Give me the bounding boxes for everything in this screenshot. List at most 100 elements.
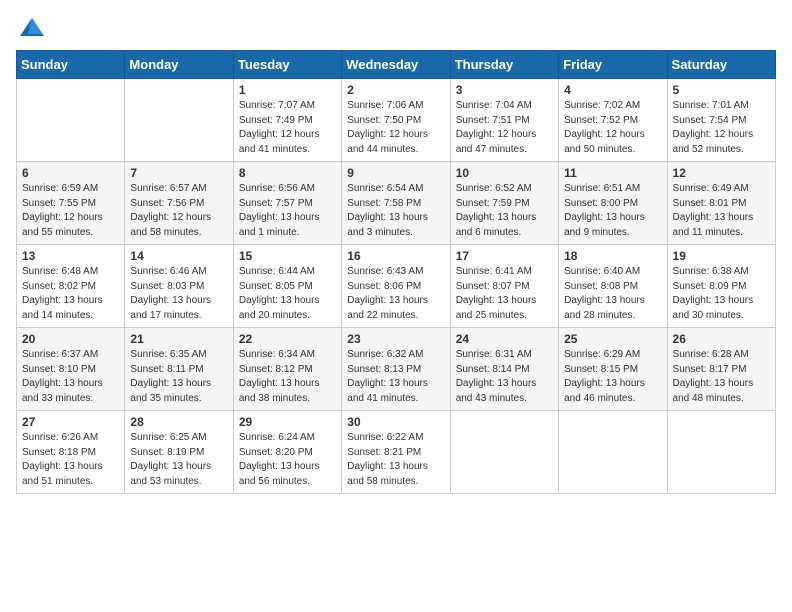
calendar-cell: 7 Sunrise: 6:57 AMSunset: 7:56 PMDaylight… [125, 162, 233, 245]
calendar-table: SundayMondayTuesdayWednesdayThursdayFrid… [16, 50, 776, 494]
calendar-cell: 22Sunrise: 6:34 AMSunset: 8:12 PMDayligh… [233, 328, 341, 411]
calendar-cell: 20 Sunrise: 6:37 AMSunset: 8:10 PMDayligh… [17, 328, 125, 411]
day-number: 30 [347, 415, 444, 429]
day-info: Sunrise: 6:32 AMSunset: 8:13 PMDaylight:… [347, 348, 444, 406]
day-info: Sunrise: 6:29 AMSunset: 8:15 PMDaylight:… [564, 348, 661, 406]
day-info: Sunrise: 6:54 AMSunset: 7:58 PMDaylight:… [347, 182, 444, 240]
calendar-cell: 13Sunrise: 6:48 AMSunset: 8:02 PMDayligh… [17, 245, 125, 328]
day-number: 9 [347, 166, 444, 180]
day-number: 12 [673, 166, 770, 180]
day-number: 24 [456, 332, 553, 346]
weekday-header-saturday: Saturday [667, 51, 775, 79]
logo [16, 16, 50, 38]
day-info: Sunrise: 6:37 AMSunset: 8:10 PMDaylight:… [22, 348, 119, 406]
calendar-cell: 27Sunrise: 6:26 AMSunset: 8:18 PMDayligh… [17, 411, 125, 494]
day-info: Sunrise: 6:57 AMSunset: 7:56 PMDaylight:… [130, 182, 227, 240]
logo-icon [18, 16, 46, 38]
day-info: Sunrise: 7:02 AMSunset: 7:52 PMDaylight:… [564, 99, 661, 157]
day-info: Sunrise: 6:59 AMSunset: 7:55 PMDaylight:… [22, 182, 119, 240]
day-info: Sunrise: 6:49 AMSunset: 8:01 PMDaylight:… [673, 182, 770, 240]
calendar-cell: 19 Sunrise: 6:38 AMSunset: 8:09 PMDayligh… [667, 245, 775, 328]
day-number: 15 [239, 249, 336, 263]
day-number: 25 [564, 332, 661, 346]
day-info: Sunrise: 6:48 AMSunset: 8:02 PMDaylight:… [22, 265, 119, 323]
day-info: Sunrise: 6:43 AMSunset: 8:06 PMDaylight:… [347, 265, 444, 323]
calendar-cell: 10 Sunrise: 6:52 AMSunset: 7:59 PMDayligh… [450, 162, 558, 245]
calendar-cell: 21 Sunrise: 6:35 AMSunset: 8:11 PMDayligh… [125, 328, 233, 411]
day-number: 4 [564, 83, 661, 97]
day-info: Sunrise: 7:01 AMSunset: 7:54 PMDaylight:… [673, 99, 770, 157]
calendar-cell: 9 Sunrise: 6:54 AMSunset: 7:58 PMDaylight… [342, 162, 450, 245]
day-number: 2 [347, 83, 444, 97]
day-number: 28 [130, 415, 227, 429]
day-info: Sunrise: 6:51 AMSunset: 8:00 PMDaylight:… [564, 182, 661, 240]
day-number: 8 [239, 166, 336, 180]
calendar-week-row: 1 Sunrise: 7:07 AMSunset: 7:49 PMDaylight… [17, 79, 776, 162]
calendar-cell: 8 Sunrise: 6:56 AMSunset: 7:57 PMDaylight… [233, 162, 341, 245]
day-number: 5 [673, 83, 770, 97]
calendar-cell: 23 Sunrise: 6:32 AMSunset: 8:13 PMDayligh… [342, 328, 450, 411]
day-number: 19 [673, 249, 770, 263]
calendar-cell: 24 Sunrise: 6:31 AMSunset: 8:14 PMDayligh… [450, 328, 558, 411]
day-info: Sunrise: 6:52 AMSunset: 7:59 PMDaylight:… [456, 182, 553, 240]
day-info: Sunrise: 6:35 AMSunset: 8:11 PMDaylight:… [130, 348, 227, 406]
calendar-cell [667, 411, 775, 494]
calendar-cell: 5 Sunrise: 7:01 AMSunset: 7:54 PMDaylight… [667, 79, 775, 162]
day-info: Sunrise: 6:26 AMSunset: 8:18 PMDaylight:… [22, 431, 119, 489]
day-info: Sunrise: 7:07 AMSunset: 7:49 PMDaylight:… [239, 99, 336, 157]
calendar-week-row: 6 Sunrise: 6:59 AMSunset: 7:55 PMDaylight… [17, 162, 776, 245]
calendar-cell: 26Sunrise: 6:28 AMSunset: 8:17 PMDayligh… [667, 328, 775, 411]
calendar-cell: 11 Sunrise: 6:51 AMSunset: 8:00 PMDayligh… [559, 162, 667, 245]
day-info: Sunrise: 7:06 AMSunset: 7:50 PMDaylight:… [347, 99, 444, 157]
calendar-cell: 2 Sunrise: 7:06 AMSunset: 7:50 PMDaylight… [342, 79, 450, 162]
day-number: 16 [347, 249, 444, 263]
day-number: 17 [456, 249, 553, 263]
weekday-header-tuesday: Tuesday [233, 51, 341, 79]
calendar-cell [559, 411, 667, 494]
calendar-cell: 16 Sunrise: 6:43 AMSunset: 8:06 PMDayligh… [342, 245, 450, 328]
calendar-cell: 30 Sunrise: 6:22 AMSunset: 8:21 PMDayligh… [342, 411, 450, 494]
weekday-header-thursday: Thursday [450, 51, 558, 79]
day-number: 7 [130, 166, 227, 180]
day-number: 1 [239, 83, 336, 97]
day-info: Sunrise: 6:46 AMSunset: 8:03 PMDaylight:… [130, 265, 227, 323]
calendar-cell [125, 79, 233, 162]
day-info: Sunrise: 6:25 AMSunset: 8:19 PMDaylight:… [130, 431, 227, 489]
day-info: Sunrise: 6:22 AMSunset: 8:21 PMDaylight:… [347, 431, 444, 489]
weekday-header-wednesday: Wednesday [342, 51, 450, 79]
calendar-week-row: 27Sunrise: 6:26 AMSunset: 8:18 PMDayligh… [17, 411, 776, 494]
day-number: 10 [456, 166, 553, 180]
day-number: 6 [22, 166, 119, 180]
calendar-cell: 3 Sunrise: 7:04 AMSunset: 7:51 PMDaylight… [450, 79, 558, 162]
day-info: Sunrise: 7:04 AMSunset: 7:51 PMDaylight:… [456, 99, 553, 157]
calendar-cell: 15 Sunrise: 6:44 AMSunset: 8:05 PMDayligh… [233, 245, 341, 328]
calendar-cell: 14Sunrise: 6:46 AMSunset: 8:03 PMDayligh… [125, 245, 233, 328]
day-number: 26 [673, 332, 770, 346]
day-info: Sunrise: 6:56 AMSunset: 7:57 PMDaylight:… [239, 182, 336, 240]
day-number: 20 [22, 332, 119, 346]
calendar-cell: 12 Sunrise: 6:49 AMSunset: 8:01 PMDayligh… [667, 162, 775, 245]
calendar-cell [17, 79, 125, 162]
day-info: Sunrise: 6:44 AMSunset: 8:05 PMDaylight:… [239, 265, 336, 323]
page-header [16, 16, 776, 38]
calendar-header-row: SundayMondayTuesdayWednesdayThursdayFrid… [17, 51, 776, 79]
day-number: 21 [130, 332, 227, 346]
day-number: 3 [456, 83, 553, 97]
day-number: 23 [347, 332, 444, 346]
weekday-header-monday: Monday [125, 51, 233, 79]
calendar-cell: 25 Sunrise: 6:29 AMSunset: 8:15 PMDayligh… [559, 328, 667, 411]
calendar-cell: 17Sunrise: 6:41 AMSunset: 8:07 PMDayligh… [450, 245, 558, 328]
calendar-cell [450, 411, 558, 494]
day-number: 11 [564, 166, 661, 180]
calendar-cell: 4 Sunrise: 7:02 AMSunset: 7:52 PMDaylight… [559, 79, 667, 162]
day-info: Sunrise: 6:24 AMSunset: 8:20 PMDaylight:… [239, 431, 336, 489]
day-number: 29 [239, 415, 336, 429]
day-info: Sunrise: 6:38 AMSunset: 8:09 PMDaylight:… [673, 265, 770, 323]
day-info: Sunrise: 6:31 AMSunset: 8:14 PMDaylight:… [456, 348, 553, 406]
weekday-header-sunday: Sunday [17, 51, 125, 79]
calendar-week-row: 13Sunrise: 6:48 AMSunset: 8:02 PMDayligh… [17, 245, 776, 328]
calendar-week-row: 20 Sunrise: 6:37 AMSunset: 8:10 PMDayligh… [17, 328, 776, 411]
day-number: 22 [239, 332, 336, 346]
calendar-cell: 1 Sunrise: 7:07 AMSunset: 7:49 PMDaylight… [233, 79, 341, 162]
day-number: 18 [564, 249, 661, 263]
